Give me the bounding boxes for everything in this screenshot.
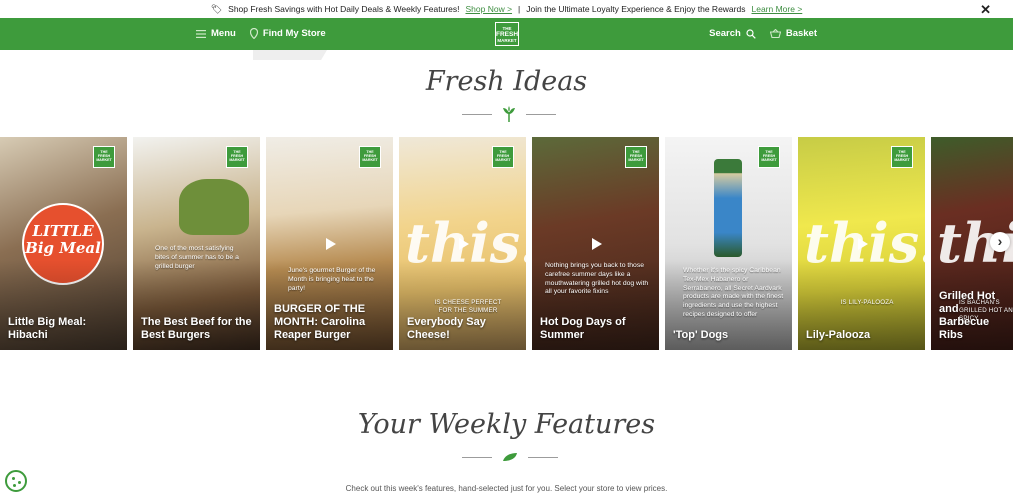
carousel-next-button[interactable]: ›: [990, 232, 1010, 252]
fresh-market-badge: THE FRESH MARKET: [93, 146, 115, 168]
find-my-store-link[interactable]: Find My Store: [249, 28, 326, 39]
idea-card-best-beef[interactable]: THE FRESH MARKET One of the most satisfyin…: [133, 137, 260, 350]
fresh-ideas-divider: [462, 106, 556, 122]
learn-more-link[interactable]: Learn More >: [751, 4, 802, 14]
basket-button[interactable]: Basket: [769, 28, 817, 39]
play-icon[interactable]: [459, 238, 469, 250]
idea-card-top-dogs[interactable]: THE FRESH MARKET Whether it's the spicy Ca…: [665, 137, 792, 350]
play-icon[interactable]: [858, 238, 868, 250]
basket-label: Basket: [785, 28, 817, 39]
card-title: The Best Beef for the Best Burgers: [141, 316, 252, 341]
fresh-market-badge: THE FRESH MARKET: [359, 146, 381, 168]
card-title: BURGER OF THE MONTH: Carolina Reaper Bur…: [274, 303, 366, 341]
idea-card-lily-palooza[interactable]: THEFRESHMARKET this! IS LILY-PALOOZA Lil…: [798, 137, 925, 350]
fresh-market-badge: THE FRESH MARKET: [492, 146, 514, 168]
fresh-ideas-carousel: THE FRESH MARKET LITTLE Big Meal Little Bi…: [0, 137, 1013, 350]
search-icon: [746, 28, 756, 39]
weekly-features-description: Check out this week's features, hand-sel…: [345, 484, 668, 493]
close-icon[interactable]: ✕: [980, 2, 991, 18]
card-title: Grilled Hot and Barbecue Ribs: [939, 290, 996, 341]
cookie-settings-icon[interactable]: [5, 470, 27, 492]
logo-market: MARKET: [497, 38, 517, 43]
promo-text-deals: Shop Fresh Savings with Hot Daily Deals …: [228, 4, 460, 14]
card-title: Little Big Meal: Hibachi: [8, 316, 87, 341]
promo-bar: 🏷 Shop Fresh Savings with Hot Daily Deal…: [0, 0, 1013, 18]
promo-separator: |: [518, 4, 521, 14]
weekly-features-heading: Your Weekly Features: [357, 409, 656, 440]
shop-now-link[interactable]: Shop Now >: [465, 4, 512, 14]
menu-label: Menu: [211, 28, 236, 39]
fresh-market-badge: THE FRESH MARKET: [226, 146, 248, 168]
idea-card-burger-of-the-month[interactable]: THE FRESH MARKET June's gourmet Burger of …: [266, 137, 393, 350]
fresh-market-badge: THE FRESH MARKET: [758, 146, 780, 168]
search-button[interactable]: Search: [709, 28, 756, 39]
sprout-icon: [503, 106, 515, 122]
menu-button[interactable]: Menu: [196, 28, 236, 39]
card-description: June's gourmet Burger of the Month is br…: [288, 267, 376, 292]
location-pin-icon: [249, 28, 258, 39]
card-caption: IS LILY-PALOOZA: [840, 299, 894, 306]
idea-card-cheese[interactable]: THEFRESHMARKET this! IS CHEESE PERFECT F…: [399, 137, 526, 350]
card-description: Whether it's the spicy Caribbean Tex-Mex…: [683, 267, 784, 318]
main-nav: Menu Find My Store THE FRESH MARKET Sear…: [0, 18, 1013, 50]
fresh-market-badge: THE FRESH MARKET: [891, 146, 913, 168]
card-caption: IS CHEESE PERFECT FOR THE SUMMER: [434, 299, 502, 314]
leaf-icon: [503, 453, 517, 461]
card-title: 'Top' Dogs: [673, 329, 729, 341]
tag-icon: 🏷: [210, 3, 223, 14]
promo-text-loyalty: Join the Ultimate Loyalty Experience & E…: [526, 4, 746, 14]
fresh-ideas-heading: Fresh Ideas: [425, 66, 588, 97]
fresh-market-logo[interactable]: THE FRESH MARKET: [495, 22, 519, 46]
fresh-market-badge: THE FRESH MARKET: [625, 146, 647, 168]
sauce-bottle: [714, 159, 742, 257]
card-title: Lily-Palooza: [806, 329, 871, 341]
logo-fresh: FRESH: [496, 31, 519, 38]
find-store-label: Find My Store: [262, 28, 326, 39]
play-icon[interactable]: [326, 238, 336, 250]
card-description: One of the most satisfying bites of summ…: [155, 245, 239, 270]
play-icon[interactable]: [592, 238, 602, 250]
idea-card-hot-dog-days[interactable]: THE FRESH MARKET Nothing brings you back t…: [532, 137, 659, 350]
card-title: Hot Dog Days of Summer: [540, 316, 626, 341]
idea-card-hibachi[interactable]: THE FRESH MARKET LITTLE Big Meal Little Bi…: [0, 137, 127, 350]
card-description: Nothing brings you back to those carefre…: [545, 262, 649, 296]
hamburger-icon: [196, 29, 206, 38]
basket-icon: [769, 29, 781, 38]
weekly-features-divider: [462, 452, 558, 462]
previous-section-edge: [253, 50, 327, 60]
search-label: Search: [709, 28, 741, 39]
card-title: Everybody Say Cheese!: [407, 316, 486, 341]
